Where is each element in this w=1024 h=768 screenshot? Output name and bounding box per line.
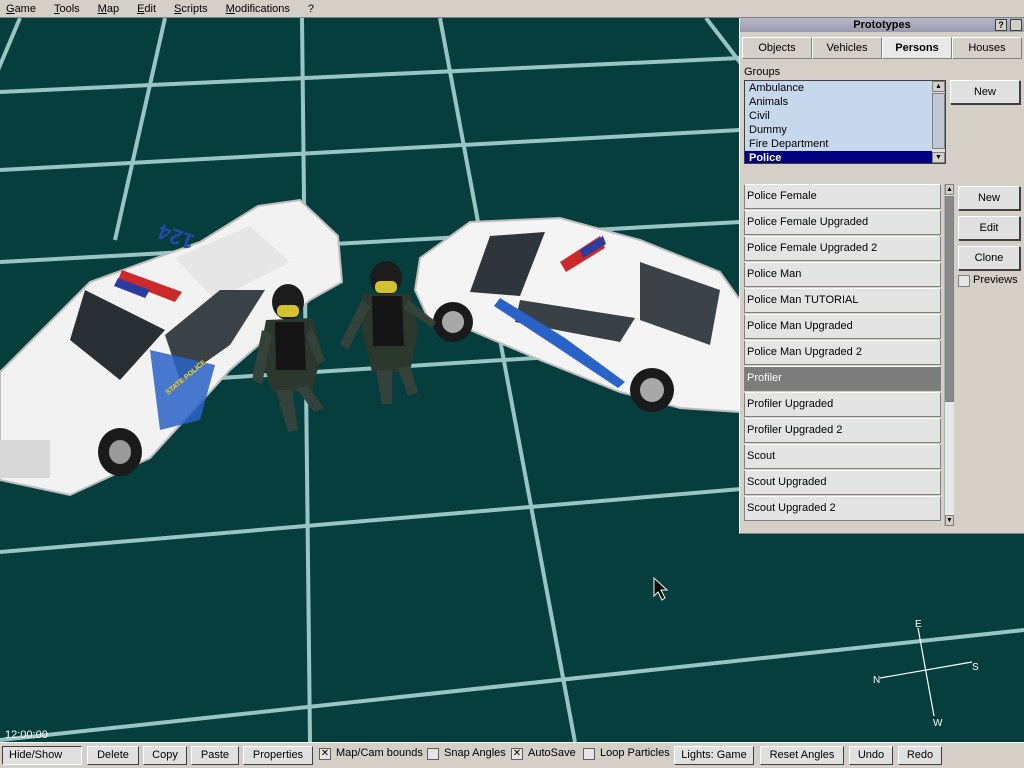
- prototype-list: Police Female Police Female Upgraded Polic…: [744, 184, 942, 524]
- category-tabs: Objects Vehicles Persons Houses: [742, 37, 1022, 59]
- bottom-toolbar: Hide/Show Delete Copy Paste Properties ✕…: [0, 742, 1024, 768]
- panel-close-button[interactable]: [1010, 19, 1022, 31]
- prototype-item[interactable]: Police Female Upgraded: [744, 210, 941, 235]
- prototype-item[interactable]: Profiler Upgraded: [744, 392, 941, 417]
- prototype-item[interactable]: Police Man TUTORIAL: [744, 288, 941, 313]
- scroll-up-icon[interactable]: ▲: [945, 184, 954, 195]
- menu-tools[interactable]: Tools: [48, 0, 92, 18]
- group-item[interactable]: Police: [745, 151, 933, 163]
- prototype-item[interactable]: Police Female Upgraded 2: [744, 236, 941, 261]
- menu-modifications[interactable]: Modifications: [220, 0, 302, 18]
- prototype-scrollbar[interactable]: ▲ ▼: [944, 184, 954, 526]
- menu-help[interactable]: ?: [302, 0, 326, 18]
- prototype-item[interactable]: Scout: [744, 444, 941, 469]
- scroll-thumb[interactable]: [945, 196, 954, 402]
- tab-persons[interactable]: Persons: [882, 37, 952, 59]
- previews-checkbox[interactable]: [958, 275, 970, 287]
- autosave-label: AutoSave: [528, 747, 576, 759]
- prototype-item[interactable]: Police Female: [744, 184, 941, 209]
- delete-button[interactable]: Delete: [87, 746, 139, 765]
- prototype-item[interactable]: Police Man Upgraded 2: [744, 340, 941, 365]
- menu-bar: Game Tools Map Edit Scripts Modification…: [0, 0, 1024, 18]
- prototype-item[interactable]: Police Man: [744, 262, 941, 287]
- groups-listbox: Ambulance Animals Civil Dummy Fire Departmen…: [744, 80, 946, 164]
- loop-particles-checkbox[interactable]: [583, 748, 595, 760]
- clone-prototype-button[interactable]: Clone: [958, 246, 1020, 270]
- new-prototype-button[interactable]: New: [958, 186, 1020, 210]
- prototype-item[interactable]: Scout Upgraded 2: [744, 496, 941, 521]
- copy-button[interactable]: Copy: [143, 746, 187, 765]
- group-item[interactable]: Animals: [745, 95, 933, 109]
- snap-angles-checkbox[interactable]: [427, 748, 439, 760]
- new-group-button[interactable]: New: [950, 80, 1020, 104]
- scroll-down-icon[interactable]: ▼: [932, 152, 945, 163]
- panel-help-button[interactable]: ?: [995, 19, 1007, 31]
- prototype-item[interactable]: Profiler: [744, 366, 941, 391]
- group-item[interactable]: Civil: [745, 109, 933, 123]
- hide-show-button[interactable]: Hide/Show: [2, 746, 82, 765]
- menu-edit[interactable]: Edit: [131, 0, 168, 18]
- groups-label: Groups: [744, 66, 781, 78]
- tab-objects[interactable]: Objects: [742, 37, 812, 59]
- prototype-item[interactable]: Scout Upgraded: [744, 470, 941, 495]
- compass-south-label: S: [972, 662, 979, 673]
- reset-angles-button[interactable]: Reset Angles: [760, 746, 844, 765]
- group-item[interactable]: Ambulance: [745, 81, 933, 95]
- scroll-down-icon[interactable]: ▼: [945, 515, 954, 526]
- map-cam-bounds-checkbox[interactable]: ✕: [319, 748, 331, 760]
- prototypes-panel: Prototypes ? Objects Vehicles Persons Ho…: [739, 18, 1024, 534]
- properties-button[interactable]: Properties: [243, 746, 313, 765]
- undo-button[interactable]: Undo: [849, 746, 893, 765]
- compass-east-label: E: [915, 619, 922, 630]
- edit-prototype-button[interactable]: Edit: [958, 216, 1020, 240]
- menu-map[interactable]: Map: [92, 0, 131, 18]
- snap-angles-label: Snap Angles: [444, 747, 506, 759]
- tab-houses[interactable]: Houses: [952, 37, 1022, 59]
- scroll-up-icon[interactable]: ▲: [932, 81, 945, 92]
- tab-vehicles[interactable]: Vehicles: [812, 37, 882, 59]
- group-item[interactable]: Dummy: [745, 123, 933, 137]
- panel-title: Prototypes: [853, 19, 911, 31]
- groups-scrollbar[interactable]: ▲ ▼: [932, 81, 945, 163]
- menu-scripts[interactable]: Scripts: [168, 0, 220, 18]
- compass-west-label: W: [933, 718, 943, 729]
- scroll-thumb[interactable]: [932, 93, 945, 149]
- paste-button[interactable]: Paste: [191, 746, 239, 765]
- groups-list: Ambulance Animals Civil Dummy Fire Departmen…: [745, 81, 933, 163]
- game-clock: 12:00:00: [5, 729, 48, 741]
- previews-label: Previews: [973, 274, 1018, 286]
- prototype-item[interactable]: Police Man Upgraded: [744, 314, 941, 339]
- compass-north-label: N: [873, 675, 881, 686]
- map-cam-bounds-label: Map/Cam bounds: [336, 747, 423, 759]
- menu-game[interactable]: Game: [0, 0, 48, 18]
- prototype-item[interactable]: Profiler Upgraded 2: [744, 418, 941, 443]
- panel-titlebar: Prototypes ?: [740, 18, 1024, 32]
- loop-particles-label: Loop Particles: [600, 747, 670, 759]
- autosave-checkbox[interactable]: ✕: [511, 748, 523, 760]
- group-item[interactable]: Fire Department: [745, 137, 933, 151]
- redo-button[interactable]: Redo: [898, 746, 942, 765]
- lights-mode-button[interactable]: Lights: Game: [674, 746, 754, 765]
